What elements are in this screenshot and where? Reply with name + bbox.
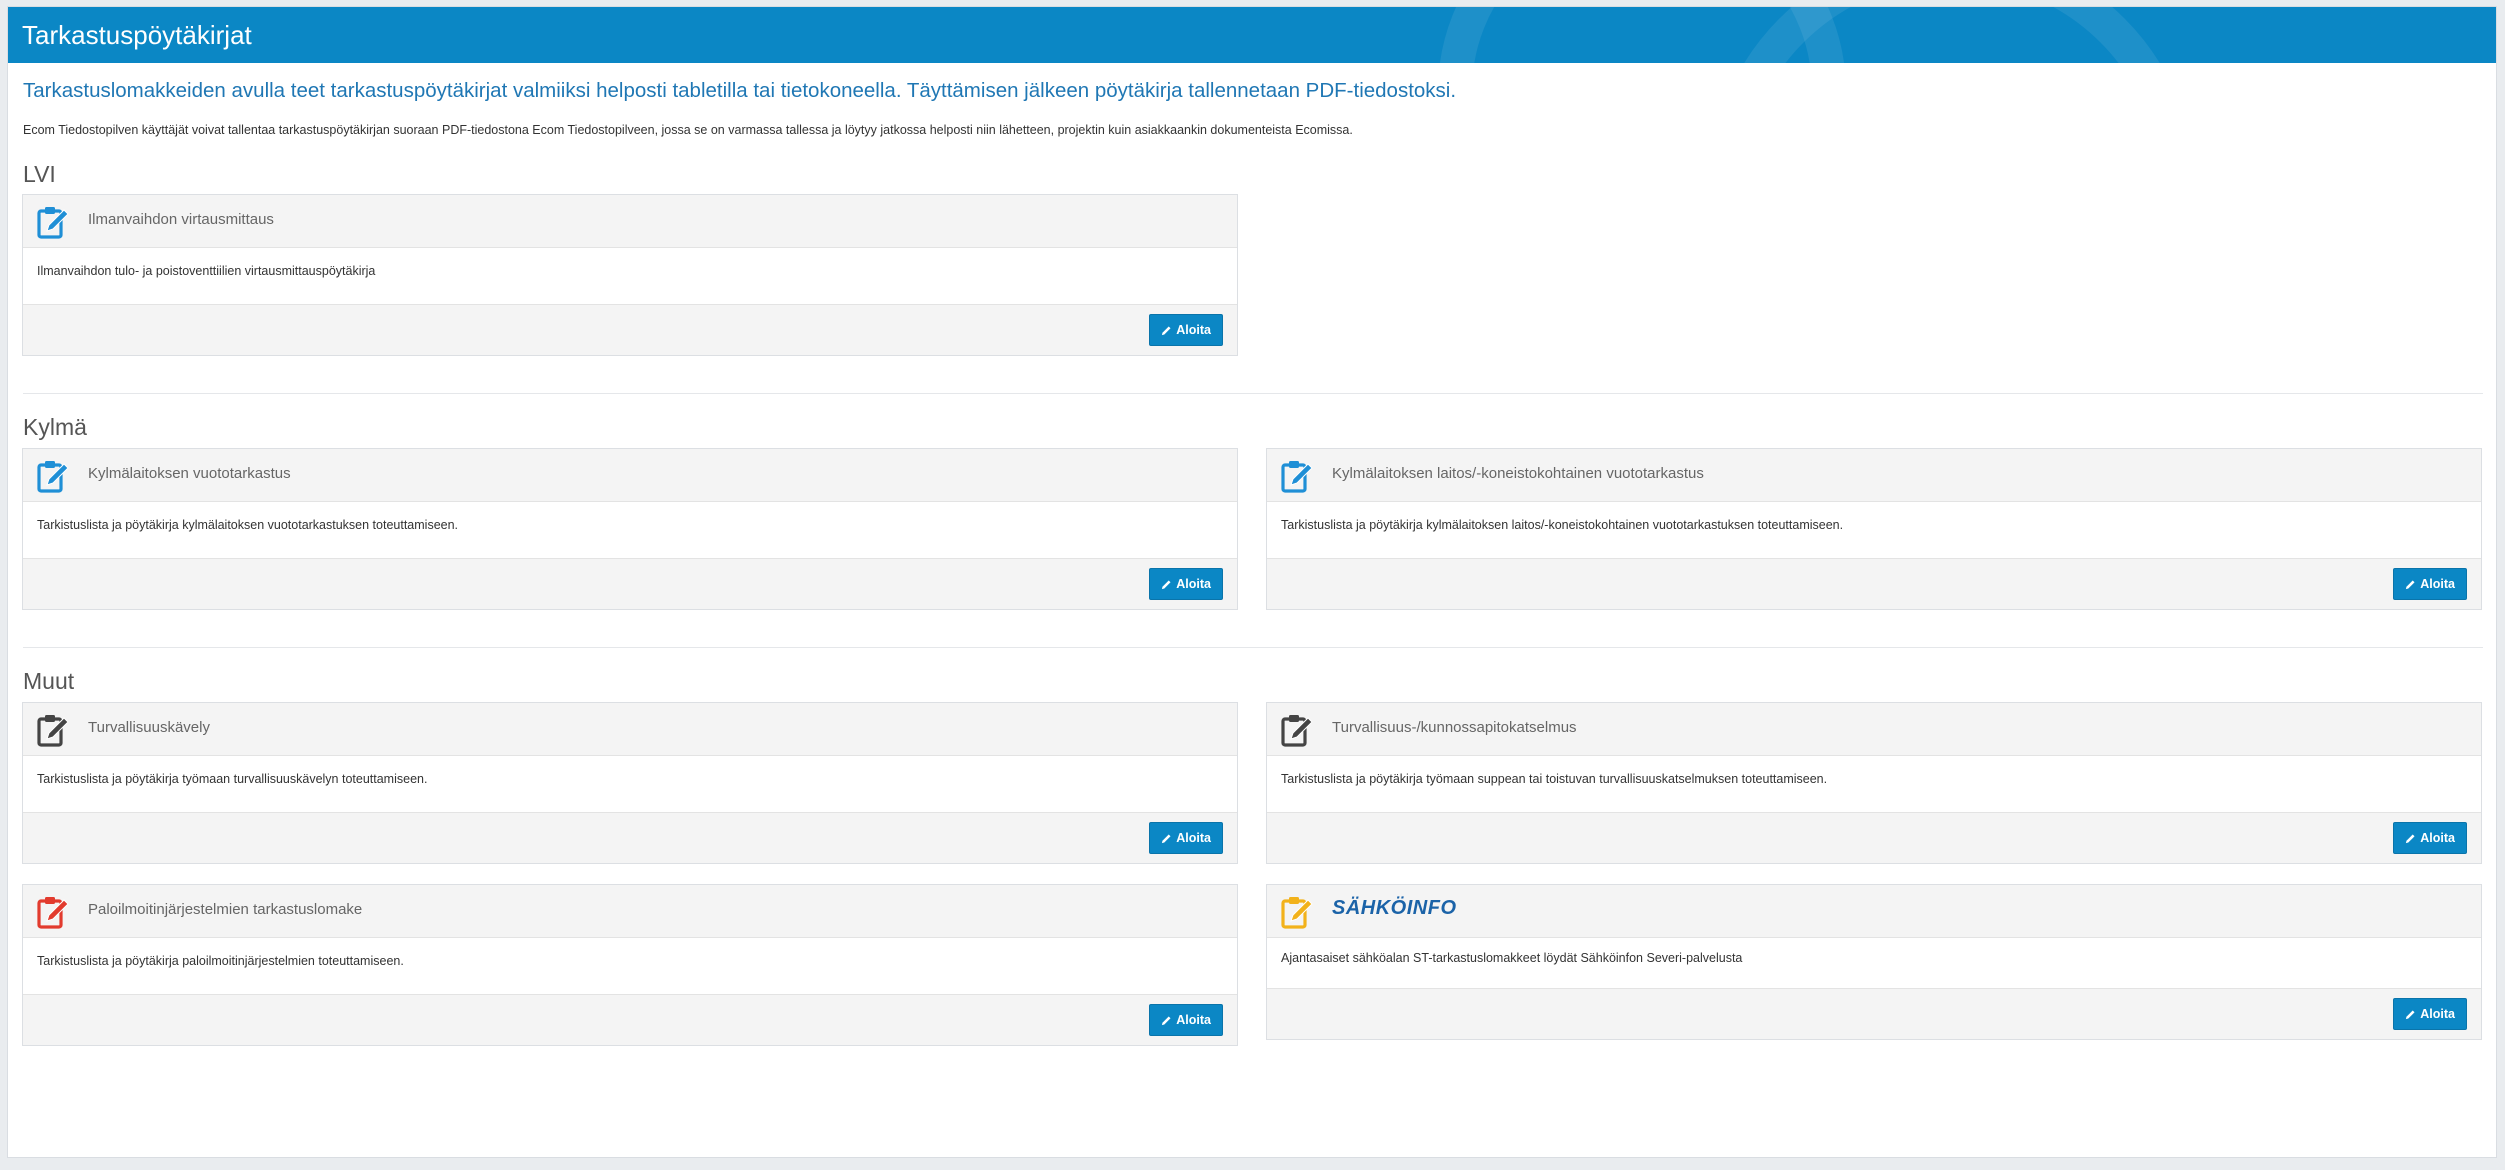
intro-text: Tarkastuslomakkeiden avulla teet tarkast… [23, 79, 1457, 102]
card-title: Kylmälaitoksen laitos/-koneistokohtainen… [1332, 465, 1704, 482]
panel-header: Tarkastuspöytäkirjat [8, 7, 2496, 63]
start-button-label: Aloita [1176, 831, 1211, 845]
start-button-label: Aloita [1176, 577, 1211, 591]
card-description: Ajantasaiset sähköalan ST-tarkastuslomak… [1281, 951, 1743, 965]
card-header: Turvallisuus-/kunnossapitokatselmus [1267, 703, 2481, 756]
card-description: Ilmanvaihdon tulo- ja poistoventtiilien … [37, 264, 376, 278]
start-button[interactable]: Aloita [1149, 568, 1223, 600]
clipboard-pen-icon [1281, 715, 1313, 747]
clipboard-pen-icon [37, 207, 69, 239]
card-header: Kylmälaitoksen laitos/-koneistokohtainen… [1267, 449, 2481, 502]
start-button[interactable]: Aloita [2393, 822, 2467, 854]
start-button[interactable]: Aloita [2393, 998, 2467, 1030]
section-divider [23, 393, 2483, 394]
section-title-muut: Muut [23, 668, 75, 694]
card-description: Tarkistuslista ja pöytäkirja kylmälaitok… [1281, 518, 1844, 532]
start-button-label: Aloita [2420, 577, 2455, 591]
section-title-kylma: Kylmä [23, 414, 87, 440]
sahkoinfo-logo: SÄHKÖINFO [1332, 897, 1457, 919]
form-card-kylmalaitoksen-laitoskohtainen-vuototarkastus: Kylmälaitoksen laitos/-koneistokohtainen… [1266, 448, 2482, 610]
card-title: Ilmanvaihdon virtausmittaus [88, 211, 274, 228]
card-description: Tarkistuslista ja pöytäkirja paloilmoiti… [37, 954, 404, 968]
card-footer: Aloita [23, 558, 1237, 609]
start-button-label: Aloita [2420, 831, 2455, 845]
clipboard-pen-icon [37, 715, 69, 747]
pencil-icon [2406, 1009, 2415, 1019]
card-footer: Aloita [23, 994, 1237, 1045]
card-header: Kylmälaitoksen vuototarkastus [23, 449, 1237, 502]
form-card-paloilmoitinjarjestelmien-tarkastuslomake: Paloilmoitinjärjestelmien tarkastuslomak… [22, 884, 1238, 1046]
form-card-turvallisuus-kunnossapitokatselmus: Turvallisuus-/kunnossapitokatselmus Tark… [1266, 702, 2482, 864]
clipboard-pen-icon [1281, 897, 1313, 929]
pencil-icon [1162, 579, 1171, 589]
clipboard-pen-icon [37, 461, 69, 493]
card-footer: Aloita [1267, 988, 2481, 1039]
card-header: Turvallisuuskävely [23, 703, 1237, 756]
card-title: Turvallisuus-/kunnossapitokatselmus [1332, 719, 1577, 736]
inspection-reports-panel: Tarkastuspöytäkirjat Tarkastuslomakkeide… [7, 6, 2497, 1158]
clipboard-pen-icon [37, 897, 69, 929]
form-card-sahkoinfo: SÄHKÖINFO Ajantasaiset sähköalan ST-tark… [1266, 884, 2482, 1040]
start-button-label: Aloita [1176, 323, 1211, 337]
card-body: Tarkistuslista ja pöytäkirja työmaan sup… [1267, 756, 2481, 812]
pencil-icon [1162, 325, 1171, 335]
cloud-storage-note: Ecom Tiedostopilven käyttäjät voivat tal… [23, 123, 1353, 137]
card-body: Tarkistuslista ja pöytäkirja kylmälaitok… [23, 502, 1237, 558]
card-title: Kylmälaitoksen vuototarkastus [88, 465, 291, 482]
form-card-turvallisuuskavely: Turvallisuuskävely Tarkistuslista ja pöy… [22, 702, 1238, 864]
page-title: Tarkastuspöytäkirjat [22, 20, 252, 50]
card-description: Tarkistuslista ja pöytäkirja työmaan tur… [37, 772, 428, 786]
card-body: Tarkistuslista ja pöytäkirja työmaan tur… [23, 756, 1237, 812]
card-header: Paloilmoitinjärjestelmien tarkastuslomak… [23, 885, 1237, 938]
form-card-ilmanvaihdon-virtausmittaus: Ilmanvaihdon virtausmittaus Ilmanvaihdon… [22, 194, 1238, 356]
card-body: Ajantasaiset sähköalan ST-tarkastuslomak… [1267, 938, 2481, 988]
card-body: Ilmanvaihdon tulo- ja poistoventtiilien … [23, 248, 1237, 304]
card-title: Turvallisuuskävely [88, 719, 210, 736]
card-body: Tarkistuslista ja pöytäkirja paloilmoiti… [23, 938, 1237, 994]
card-header: SÄHKÖINFO [1267, 885, 2481, 938]
card-footer: Aloita [23, 304, 1237, 355]
clipboard-pen-icon [1281, 461, 1313, 493]
pencil-icon [1162, 1015, 1171, 1025]
pencil-icon [2406, 579, 2415, 589]
start-button[interactable]: Aloita [1149, 1004, 1223, 1036]
pencil-icon [2406, 833, 2415, 843]
form-card-kylmalaitoksen-vuototarkastus: Kylmälaitoksen vuototarkastus Tarkistusl… [22, 448, 1238, 610]
pencil-icon [1162, 833, 1171, 843]
card-title: Paloilmoitinjärjestelmien tarkastuslomak… [88, 901, 363, 918]
start-button-label: Aloita [1176, 1013, 1211, 1027]
start-button[interactable]: Aloita [1149, 314, 1223, 346]
card-header: Ilmanvaihdon virtausmittaus [23, 195, 1237, 248]
start-button-label: Aloita [2420, 1007, 2455, 1021]
card-body: Tarkistuslista ja pöytäkirja kylmälaitok… [1267, 502, 2481, 558]
card-footer: Aloita [1267, 812, 2481, 863]
card-footer: Aloita [23, 812, 1237, 863]
start-button[interactable]: Aloita [2393, 568, 2467, 600]
section-divider [23, 647, 2483, 648]
card-footer: Aloita [1267, 558, 2481, 609]
card-description: Tarkistuslista ja pöytäkirja kylmälaitok… [37, 518, 459, 532]
section-title-lvi: LVI [23, 161, 56, 187]
header-decoration [1708, 7, 2196, 63]
card-description: Tarkistuslista ja pöytäkirja työmaan sup… [1281, 772, 1828, 786]
start-button[interactable]: Aloita [1149, 822, 1223, 854]
